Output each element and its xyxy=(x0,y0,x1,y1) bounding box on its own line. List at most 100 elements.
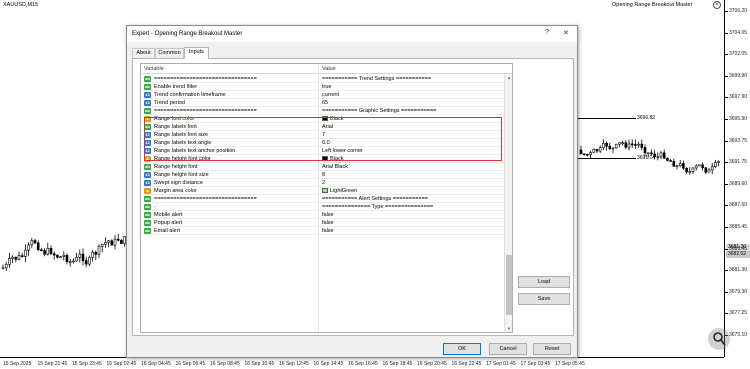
candle-body xyxy=(605,142,608,147)
variable-value[interactable]: Left lower corner xyxy=(322,148,363,154)
candle-body xyxy=(694,165,698,169)
column-variable[interactable]: Variable xyxy=(144,66,164,72)
input-row[interactable]: ab Enable trend filter true xyxy=(141,83,512,91)
input-row[interactable]: ab ================================ ======… xyxy=(141,75,512,83)
price-label: 3681.30 xyxy=(724,267,748,274)
candle-body xyxy=(579,149,583,155)
variable-value-text: 0.0 xyxy=(322,140,330,146)
variable-value[interactable]: Arial Black xyxy=(322,164,348,170)
variable-value[interactable]: false xyxy=(322,212,334,218)
input-row[interactable]: 12 Trend period 65 xyxy=(141,99,512,107)
reset-button[interactable]: Reset xyxy=(533,343,571,355)
grid-scrollbar[interactable]: ▲ ▼ xyxy=(504,75,512,332)
variable-value[interactable]: =========== Alert Settings =========== xyxy=(322,196,428,202)
indicator-close-icon[interactable]: × xyxy=(713,1,721,9)
input-row[interactable]: ab ================================ ======… xyxy=(141,107,512,115)
variable-value[interactable]: =========== Trend Settings =========== xyxy=(322,76,431,82)
input-row[interactable]: 12 Trend confirmation timeframe current xyxy=(141,91,512,99)
variable-value[interactable]: =========== Graphic Settings =========== xyxy=(322,108,436,114)
candle-body xyxy=(110,240,114,246)
variable-name: ================================ xyxy=(154,76,257,82)
column-value[interactable]: Value xyxy=(322,66,336,72)
input-row[interactable]: ab Range height font Arial Black xyxy=(141,163,512,171)
price-label: 3679.30 xyxy=(724,288,748,295)
candle-body xyxy=(598,147,602,152)
ok-button[interactable]: OK xyxy=(443,343,481,355)
price-label: 3675.10 xyxy=(724,332,748,338)
current-price-tag: 3682.52 xyxy=(726,251,750,258)
scroll-up-icon[interactable]: ▲ xyxy=(506,75,512,81)
input-row[interactable]: ab - =============== Type =============== xyxy=(141,203,512,211)
inputs-grid[interactable]: Variable Value ab =======================… xyxy=(140,63,513,333)
cancel-button[interactable]: Cancel xyxy=(489,343,527,355)
close-button[interactable]: ✕ xyxy=(563,29,569,37)
color-type-icon: ▲ xyxy=(144,116,151,122)
variable-value[interactable]: 65 xyxy=(322,100,328,106)
candle-body xyxy=(698,164,701,167)
tab-inputs[interactable]: Inputs xyxy=(184,47,209,59)
variable-name: Range height font xyxy=(154,164,198,170)
candle-body xyxy=(27,244,30,251)
variable-name: ================================ xyxy=(154,108,257,114)
input-row[interactable]: ▲ Range font color Black xyxy=(141,115,512,123)
variable-value[interactable]: Black xyxy=(322,156,343,162)
candle-body xyxy=(643,147,647,154)
tab-about[interactable]: About xyxy=(132,48,155,58)
time-label: 15 Sep 2025 xyxy=(3,361,32,367)
color-type-icon: ▲ xyxy=(144,156,151,162)
input-row[interactable]: 12 Range height font size 8 xyxy=(141,171,512,179)
variable-value[interactable]: false xyxy=(322,228,334,234)
zoom-icon[interactable] xyxy=(708,328,730,350)
variable-value-text: false xyxy=(322,220,334,226)
candle-body xyxy=(100,243,104,247)
variable-value[interactable]: =============== Type =============== xyxy=(322,204,433,210)
string-type-icon: ab xyxy=(144,228,151,234)
candle-body xyxy=(669,160,672,162)
help-button[interactable]: ? xyxy=(545,29,549,36)
candle-body xyxy=(589,152,592,155)
tab-common[interactable]: Common xyxy=(155,48,184,58)
candle-body xyxy=(611,147,615,150)
candle-body xyxy=(107,240,110,243)
price-label: 3699.90 xyxy=(724,72,748,79)
variable-value[interactable]: false xyxy=(322,220,334,226)
scroll-down-icon[interactable]: ▼ xyxy=(506,326,512,332)
candle-body xyxy=(666,157,669,161)
dialog-titlebar[interactable]: Expert - Opening Range Breakout Master ?… xyxy=(127,26,577,42)
candle-body xyxy=(11,256,14,259)
variable-value[interactable]: 7 xyxy=(322,132,325,138)
variable-value[interactable]: LightGreen xyxy=(322,188,357,194)
number-type-icon: 12 xyxy=(144,172,151,178)
variable-value[interactable]: true xyxy=(322,84,331,90)
price-label: 3683.45 xyxy=(724,245,748,252)
input-row[interactable]: 12 Range labels font size 7 xyxy=(141,131,512,139)
dialog-title: Expert - Opening Range Breakout Master xyxy=(132,31,243,37)
variable-value[interactable]: 8 xyxy=(322,172,325,178)
time-label: 17 Sep 03:45 xyxy=(520,361,551,367)
input-row[interactable]: ab Mobile alert false xyxy=(141,211,512,219)
input-row[interactable]: ab Popup alert false xyxy=(141,219,512,227)
variable-value-text: =========== Trend Settings =========== xyxy=(322,76,432,82)
input-row[interactable]: 12 Swept sign distance 2 xyxy=(141,179,512,187)
save-button[interactable]: Save xyxy=(518,293,570,305)
scroll-thumb[interactable] xyxy=(506,255,512,315)
load-button[interactable]: Load xyxy=(518,276,570,288)
input-row[interactable]: ▲ Margin area color LightGreen xyxy=(141,187,512,195)
input-row[interactable]: ab Range labels font Arial xyxy=(141,123,512,131)
input-row[interactable]: 12 Range labels text anchor position Left … xyxy=(141,147,512,155)
candle-body xyxy=(662,152,666,159)
variable-value[interactable]: 0.0 xyxy=(322,140,330,146)
input-row[interactable]: ab ================================ ======… xyxy=(141,195,512,203)
input-row[interactable]: ab Email alert false xyxy=(141,227,512,235)
input-row[interactable]: 12 Range labels text angle 0.0 xyxy=(141,139,512,147)
variable-value[interactable]: 2 xyxy=(322,180,325,186)
variable-value[interactable]: current xyxy=(322,92,339,98)
variable-value[interactable]: Black xyxy=(322,116,343,122)
input-row[interactable]: ▲ Range height font color Black xyxy=(141,155,512,163)
number-type-icon: 12 xyxy=(144,100,151,106)
candle-body xyxy=(94,251,98,255)
price-axis[interactable]: 3681.30 3682.52 3706.20 3704.05 3702.05 369… xyxy=(724,0,750,357)
variable-value[interactable]: Arial xyxy=(322,124,333,130)
price-label: 3702.05 xyxy=(724,51,748,58)
time-axis[interactable]: 15 Sep 2025 15 Sep 21:45 15 Sep 23:45 16 Se… xyxy=(0,357,724,369)
